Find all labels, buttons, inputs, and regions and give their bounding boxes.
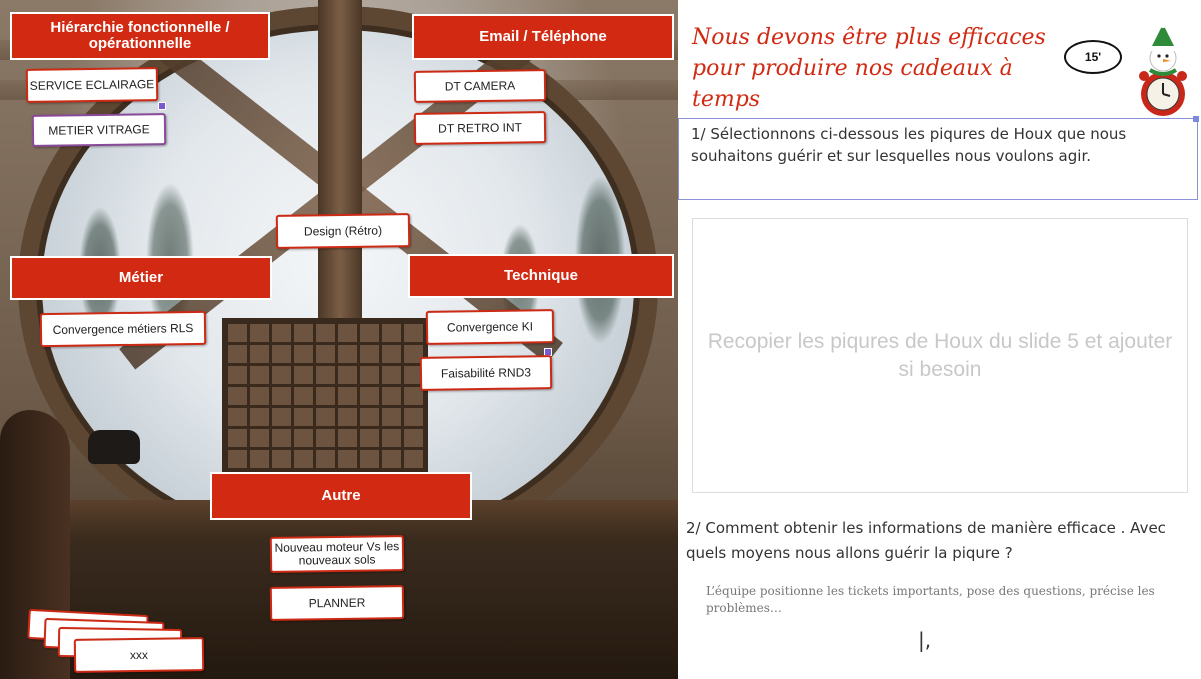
drop-zone[interactable]: Recopier les piqures de Houx du slide 5 …	[692, 218, 1188, 493]
sticky-card[interactable]: DT CAMERA	[413, 69, 547, 103]
timer-bubble: 15'	[1064, 40, 1122, 74]
instructions-panel: Nous devons être plus efficaces pour pro…	[678, 0, 1201, 679]
text-cursor: |,	[918, 628, 932, 652]
phone-icon	[88, 430, 140, 464]
question1-box[interactable]: 1/ Sélectionnons ci-dessous les piqures …	[678, 116, 1199, 200]
sticky-card[interactable]: Convergence KI	[425, 309, 555, 345]
sticky-card-selected[interactable]: METIER VITRAGE	[31, 113, 167, 147]
header-metier[interactable]: Métier	[10, 256, 272, 300]
question2-text: 2/ Comment obtenir les informations de m…	[686, 519, 1166, 562]
sticky-card[interactable]: Design (Rétro)	[275, 213, 411, 249]
sticky-card[interactable]: Convergence métiers RLS	[39, 310, 207, 348]
header-technique[interactable]: Technique	[408, 254, 674, 298]
whiteboard-background: Hiérarchie fonctionnelle / opérationnell…	[0, 0, 678, 679]
sticky-card[interactable]: Faisabilité RND3	[419, 355, 553, 391]
shelf-unit	[222, 318, 428, 472]
page-title: Nous devons être plus efficaces pour pro…	[692, 25, 1046, 112]
answer-hint[interactable]: L’équipe positionne les tickets importan…	[706, 583, 1176, 617]
sticky-card[interactable]: DT RETRO INT	[413, 111, 547, 145]
header-email-telephone[interactable]: Email / Téléphone	[412, 14, 674, 60]
snowman-clock-icon	[1139, 20, 1187, 116]
header-hierarchy[interactable]: Hiérarchie fonctionnelle / opérationnell…	[10, 12, 270, 60]
sticky-card[interactable]: xxx	[73, 637, 205, 673]
sticky-card[interactable]: SERVICE ECLAIRAGE	[25, 67, 159, 103]
resize-handle[interactable]	[1193, 116, 1199, 122]
header-autre[interactable]: Autre	[210, 472, 472, 520]
sticky-card[interactable]: Nouveau moteur Vs les nouveaux sols	[269, 535, 405, 573]
sticky-card[interactable]: PLANNER	[269, 585, 405, 621]
question1-text[interactable]: 1/ Sélectionnons ci-dessous les piqures …	[691, 123, 1196, 167]
lock-icon	[158, 102, 166, 110]
